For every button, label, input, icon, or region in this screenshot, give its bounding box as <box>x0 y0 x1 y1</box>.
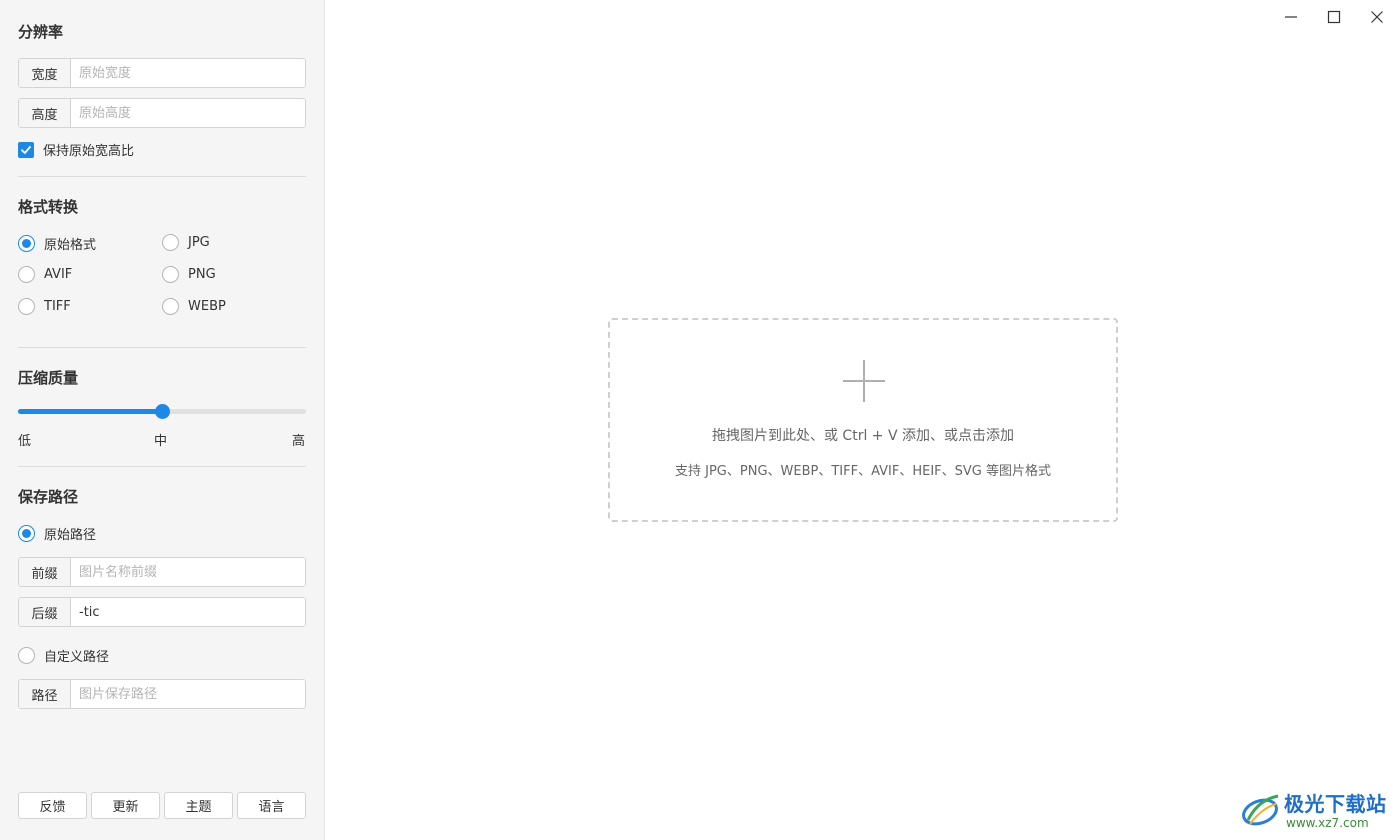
suffix-input-group: 后缀 <box>18 597 306 627</box>
format-option-original[interactable]: 原始格式 <box>18 234 96 253</box>
height-input-group: 高度 <box>18 98 306 128</box>
resolution-section-title: 分辨率 <box>18 23 64 41</box>
path-label: 路径 <box>19 680 71 708</box>
format-radio-jpg[interactable] <box>162 234 179 251</box>
height-input[interactable] <box>71 99 305 127</box>
quality-slider[interactable] <box>18 404 306 419</box>
path-input-group: 路径 <box>18 679 306 709</box>
quality-high-label: 高 <box>292 434 306 449</box>
watermark-logo: 极光下载站 www.xz7.com <box>1240 786 1392 834</box>
keep-ratio-label: 保持原始宽高比 <box>43 144 135 159</box>
height-label: 高度 <box>19 99 71 127</box>
section-divider <box>18 347 306 348</box>
format-radio-avif[interactable] <box>18 266 35 283</box>
format-option-label: PNG <box>188 267 216 282</box>
keep-ratio-checkbox[interactable] <box>18 141 34 158</box>
suffix-input[interactable] <box>71 598 305 626</box>
width-label: 宽度 <box>19 59 71 87</box>
quality-slider-thumb[interactable] <box>155 404 170 419</box>
save-path-section-title: 保存路径 <box>18 488 79 506</box>
prefix-label: 前缀 <box>19 558 71 586</box>
quality-low-label: 低 <box>18 434 32 449</box>
format-option-png[interactable]: PNG <box>162 266 216 283</box>
watermark-url: www.xz7.com <box>1286 816 1369 830</box>
checkmark-icon <box>21 145 31 154</box>
watermark-title: 极光下载站 <box>1284 792 1387 816</box>
format-radio-original[interactable] <box>18 235 35 252</box>
format-option-label: JPG <box>188 235 210 250</box>
update-button[interactable]: 更新 <box>91 792 160 819</box>
custom-path-radio[interactable] <box>18 647 35 664</box>
format-option-label: WEBP <box>188 299 226 314</box>
format-radio-tiff[interactable] <box>18 298 35 315</box>
format-option-avif[interactable]: AVIF <box>18 266 72 283</box>
format-option-webp[interactable]: WEBP <box>162 298 226 315</box>
prefix-input[interactable] <box>71 558 305 586</box>
custom-path-option[interactable]: 自定义路径 <box>18 646 109 665</box>
width-input[interactable] <box>71 59 305 87</box>
prefix-input-group: 前缀 <box>18 557 306 587</box>
quality-slider-fill <box>18 409 162 414</box>
format-section-title: 格式转换 <box>18 198 79 216</box>
keep-ratio-checkbox-row[interactable]: 保持原始宽高比 <box>18 140 134 159</box>
custom-path-label: 自定义路径 <box>44 650 110 665</box>
close-button[interactable] <box>1362 4 1392 30</box>
section-divider <box>18 466 306 467</box>
section-divider <box>18 176 306 177</box>
format-option-tiff[interactable]: TIFF <box>18 298 71 315</box>
quality-section-title: 压缩质量 <box>18 369 79 387</box>
format-option-label: 原始格式 <box>44 238 97 253</box>
suffix-label: 后缀 <box>19 598 71 626</box>
plus-icon <box>843 360 885 402</box>
format-radio-png[interactable] <box>162 266 179 283</box>
width-input-group: 宽度 <box>18 58 306 88</box>
close-icon <box>1371 11 1383 23</box>
aurora-logo-icon <box>1242 794 1279 826</box>
format-option-label: AVIF <box>44 267 73 282</box>
maximize-button[interactable] <box>1319 4 1349 30</box>
original-path-option[interactable]: 原始路径 <box>18 524 96 543</box>
dropzone-instruction: 拖拽图片到此处、或 Ctrl + V 添加、或点击添加 <box>711 428 1015 444</box>
format-option-jpg[interactable]: JPG <box>162 234 210 251</box>
image-dropzone[interactable]: 拖拽图片到此处、或 Ctrl + V 添加、或点击添加 支持 JPG、PNG、W… <box>608 318 1118 522</box>
settings-sidebar: 分辨率 宽度 高度 保持原始宽高比 格式转换 原始格式 JPG AVIF PNG… <box>0 0 325 840</box>
feedback-button[interactable]: 反馈 <box>18 792 87 819</box>
path-input[interactable] <box>71 680 305 708</box>
original-path-label: 原始路径 <box>44 528 97 543</box>
minimize-button[interactable] <box>1276 4 1306 30</box>
dropzone-supported-formats: 支持 JPG、PNG、WEBP、TIFF、AVIF、HEIF、SVG 等图片格式 <box>675 464 1051 479</box>
format-option-label: TIFF <box>44 299 71 314</box>
maximize-icon <box>1327 10 1341 24</box>
format-radio-webp[interactable] <box>162 298 179 315</box>
original-path-radio[interactable] <box>18 525 35 542</box>
theme-button[interactable]: 主题 <box>164 792 233 819</box>
minimize-icon <box>1285 16 1297 18</box>
language-button[interactable]: 语言 <box>237 792 306 819</box>
quality-mid-label: 中 <box>154 434 168 449</box>
